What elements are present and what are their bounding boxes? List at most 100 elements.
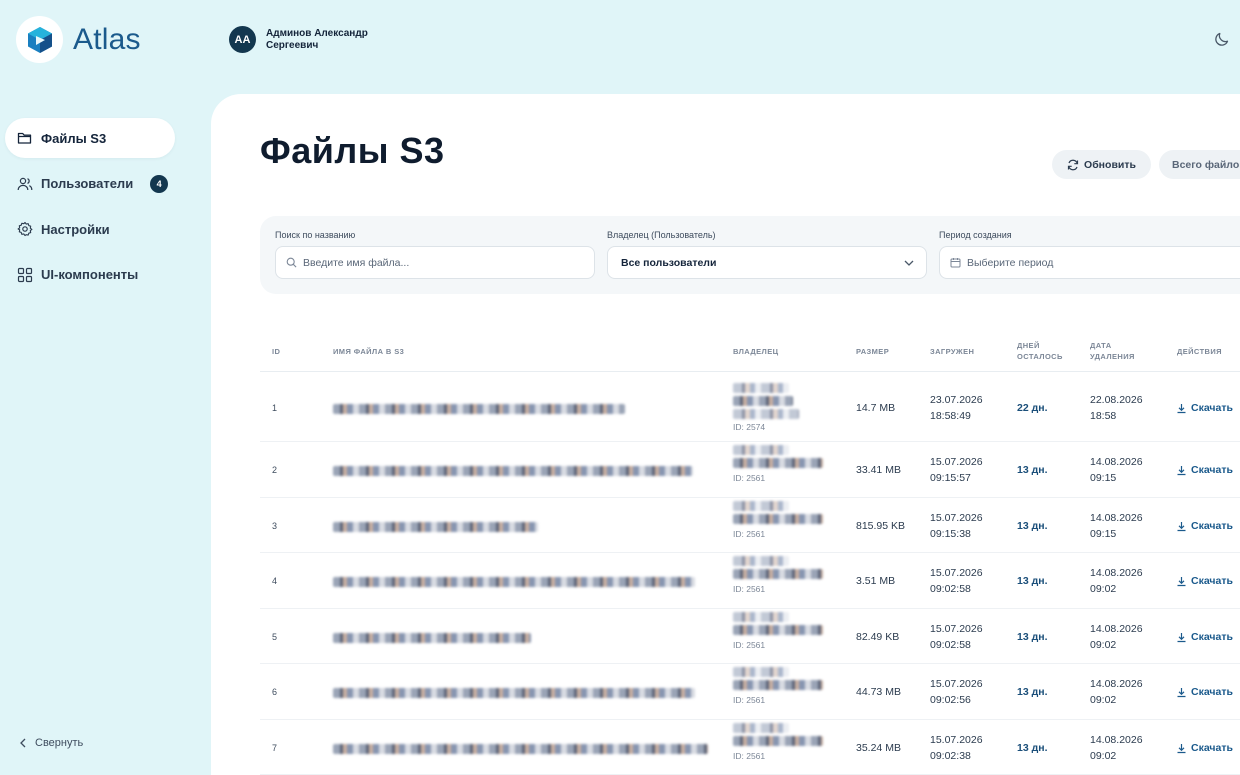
download-button[interactable]: Скачать: [1176, 740, 1233, 756]
owner-id: ID: 2561: [733, 529, 766, 539]
filters-panel: Поиск по названию Введите имя файла... В…: [260, 216, 1240, 294]
download-icon: [1177, 465, 1186, 475]
table-row[interactable]: 1 ID: 2574 14.7 MB 23.07.2026 18:58:49 2…: [260, 373, 1240, 442]
file-size: 82.49 KB: [856, 631, 900, 643]
delete-date: 14.08.2026: [1090, 678, 1143, 690]
owner-select[interactable]: Все пользователи: [607, 246, 927, 279]
uploaded-at: 15.07.2026 09:15:57: [930, 454, 983, 486]
owner-cell: ID: 2561: [733, 499, 833, 542]
gear-icon: [17, 221, 33, 237]
row-id: 7: [272, 743, 278, 753]
delete-at: 14.08.2026 09:02: [1090, 565, 1143, 597]
download-link[interactable]: Скачать: [1176, 684, 1233, 700]
period-input[interactable]: Выберите период: [939, 246, 1240, 279]
uploaded-at: 15.07.2026 09:02:38: [930, 732, 983, 764]
download-button[interactable]: Скачать: [1176, 629, 1233, 645]
file-name-redacted: [333, 576, 695, 592]
collapse-label: Свернуть: [35, 737, 84, 749]
download-icon: [1177, 576, 1186, 586]
redacted-text: [733, 680, 823, 690]
download-label: Скачать: [1191, 464, 1233, 476]
days-left: 22 дн.: [1017, 402, 1048, 414]
table-row[interactable]: 7 ID: 2561 35.24 MB 15.07.2026 09:02:38 …: [260, 720, 1240, 775]
delete-at: 14.08.2026 09:15: [1090, 454, 1143, 486]
sidebar-item-users[interactable]: Пользователи 4: [5, 164, 175, 204]
download-button[interactable]: Скачать: [1176, 684, 1233, 700]
file-size: 815.95 KB: [856, 520, 906, 532]
uploaded-time: 09:02:58: [930, 639, 971, 651]
user-name: Админов Александр Сергеевич: [266, 27, 368, 51]
redacted-text: [733, 458, 823, 468]
days-left: 13 дн.: [1017, 575, 1048, 587]
download-button[interactable]: Скачать: [1176, 573, 1233, 589]
download-link[interactable]: Скачать: [1176, 740, 1233, 756]
users-icon: [17, 176, 33, 192]
download-label: Скачать: [1191, 402, 1233, 414]
file-name-redacted: [333, 403, 625, 419]
table-row[interactable]: 6 ID: 2561 44.73 MB 15.07.2026 09:02:56 …: [260, 664, 1240, 720]
delete-time: 09:02: [1090, 639, 1117, 651]
download-link[interactable]: Скачать: [1176, 462, 1233, 478]
sidebar-item-ui-components[interactable]: UI-компоненты: [5, 255, 175, 295]
table-row[interactable]: 3 ID: 2561 815.95 KB 15.07.2026 09:15:38…: [260, 498, 1240, 553]
grid-icon: [17, 267, 33, 283]
delete-time: 09:15: [1090, 528, 1117, 540]
file-name-redacted: [333, 632, 531, 648]
download-link[interactable]: Скачать: [1176, 573, 1233, 589]
file-name-redacted: [333, 743, 708, 759]
column-owner[interactable]: ВЛАДЕЛЕЦ: [733, 346, 778, 357]
chevron-down-icon: [904, 260, 914, 266]
redacted-text: [333, 577, 695, 587]
redacted-text: [333, 744, 708, 754]
sidebar-item-settings[interactable]: Настройки: [5, 209, 175, 249]
search-input[interactable]: Введите имя файла...: [275, 246, 595, 279]
redacted-text: [733, 612, 789, 622]
column-delete-date[interactable]: ДАТА УДАЛЕНИЯ: [1090, 340, 1135, 362]
refresh-icon: [1067, 159, 1079, 170]
uploaded-date: 15.07.2026: [930, 678, 983, 690]
download-button[interactable]: Скачать: [1176, 518, 1233, 534]
table-row[interactable]: 4 ID: 2561 3.51 MB 15.07.2026 09:02:58 1…: [260, 553, 1240, 609]
redacted-text: [733, 409, 799, 419]
column-size[interactable]: РАЗМЕР: [856, 346, 889, 357]
redacted-text: [333, 633, 531, 643]
download-label: Скачать: [1191, 631, 1233, 643]
table-row[interactable]: 2 ID: 2561 33.41 MB 15.07.2026 09:15:57 …: [260, 442, 1240, 498]
sidebar-item-label: Пользователи: [41, 176, 134, 191]
atlas-logo[interactable]: Atlas: [16, 16, 141, 63]
collapse-sidebar-button[interactable]: Свернуть: [19, 737, 83, 749]
redacted-text: [733, 625, 823, 635]
days-left: 13 дн.: [1017, 742, 1048, 754]
search-label: Поиск по названию: [275, 230, 356, 240]
uploaded-date: 23.07.2026: [930, 394, 983, 406]
column-id[interactable]: ID: [272, 346, 280, 357]
download-link[interactable]: Скачать: [1176, 400, 1233, 416]
uploaded-time: 09:02:56: [930, 694, 971, 706]
column-file-name[interactable]: ИМЯ ФАЙЛА В S3: [333, 346, 404, 357]
redacted-text: [733, 396, 793, 406]
moon-icon[interactable]: [1214, 31, 1230, 47]
column-days-left[interactable]: ДНЕЙ ОСТАЛОСЬ: [1017, 340, 1063, 362]
user-profile[interactable]: АА Админов Александр Сергеевич: [229, 26, 386, 53]
file-size: 44.73 MB: [856, 686, 901, 698]
file-size: 35.24 MB: [856, 742, 901, 754]
owner-cell: ID: 2561: [733, 610, 833, 653]
column-uploaded[interactable]: ЗАГРУЖЕН: [930, 346, 974, 357]
download-link[interactable]: Скачать: [1176, 518, 1233, 534]
period-filter: Период создания Выберите период: [939, 230, 1240, 279]
download-label: Скачать: [1191, 575, 1233, 587]
brand-name: Atlas: [73, 22, 141, 56]
row-id: 4: [272, 576, 278, 586]
download-button[interactable]: Скачать: [1176, 400, 1233, 416]
uploaded-date: 15.07.2026: [930, 567, 983, 579]
uploaded-date: 15.07.2026: [930, 512, 983, 524]
refresh-button[interactable]: Обновить: [1052, 150, 1151, 179]
period-label: Период создания: [939, 230, 1012, 240]
delete-at: 22.08.2026 18:58: [1090, 392, 1143, 424]
download-link[interactable]: Скачать: [1176, 629, 1233, 645]
owner-id: ID: 2561: [733, 584, 766, 594]
main-panel: Файлы S3 Обновить Всего файлов Поиск по …: [211, 94, 1240, 775]
download-button[interactable]: Скачать: [1176, 462, 1233, 478]
table-row[interactable]: 5 ID: 2561 82.49 KB 15.07.2026 09:02:58 …: [260, 609, 1240, 664]
sidebar-item-files-s3[interactable]: Файлы S3: [5, 118, 175, 158]
